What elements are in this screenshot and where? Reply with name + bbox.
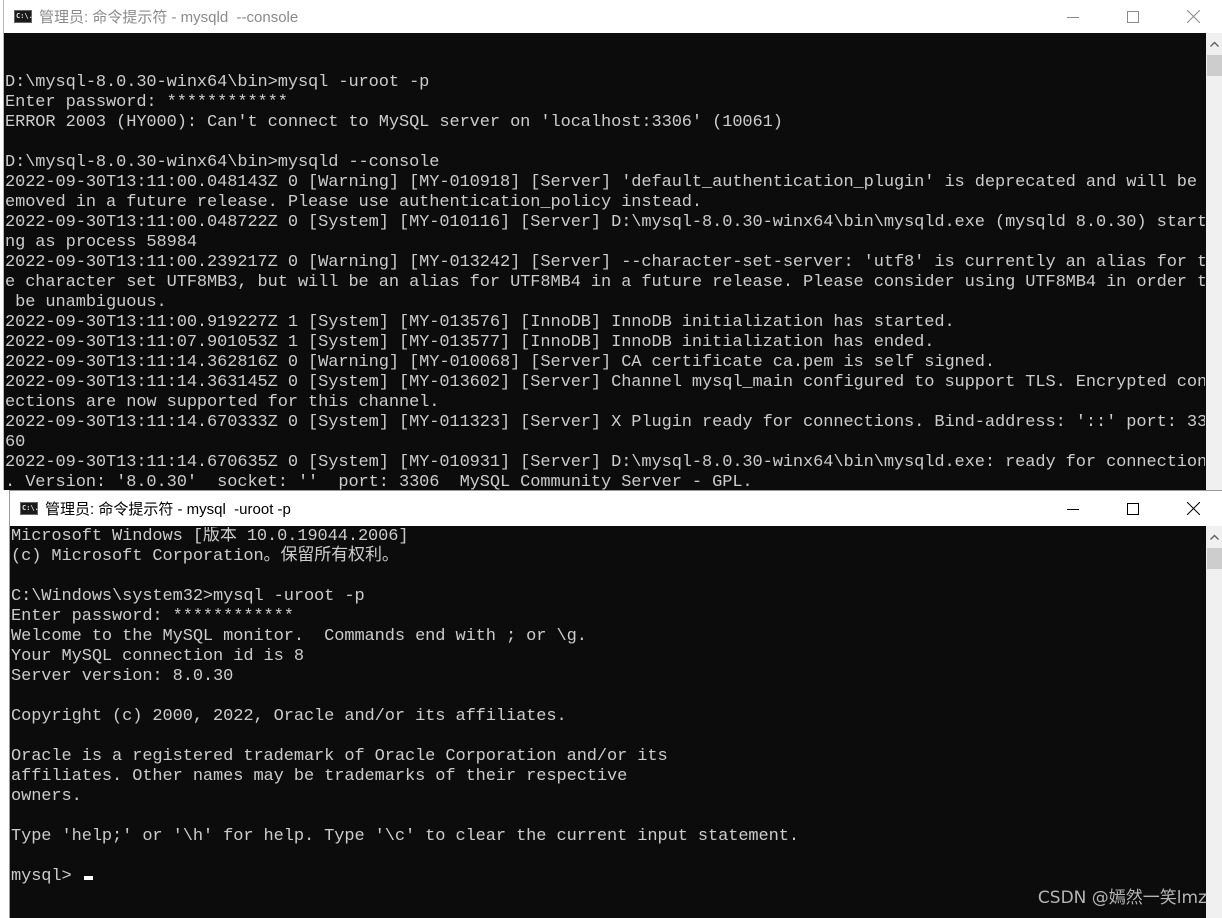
console-line: 2022-09-30T13:11:14.363145Z 0 [System] [… — [5, 373, 1205, 392]
minimize-button[interactable] — [1043, 491, 1103, 526]
window-title: 管理员: 命令提示符 - mysql -uroot -p — [45, 501, 291, 518]
console-line: Oracle is a registered trademark of Orac… — [11, 747, 668, 766]
maximize-icon — [1127, 502, 1139, 515]
console-line: owners. — [11, 787, 82, 806]
console-line: 2022-09-30T13:11:14.670333Z 0 [System] [… — [5, 413, 1205, 432]
console-line: Welcome to the MySQL monitor. Commands e… — [11, 627, 587, 646]
close-icon — [1186, 10, 1200, 23]
console-line: 2022-09-30T13:11:00.239217Z 0 [Warning] … — [5, 253, 1205, 272]
console-line: be unambiguous. — [5, 293, 167, 312]
console-output[interactable]: Microsoft Windows [版本 10.0.19044.2006] (c… — [11, 527, 1205, 918]
console-line: Type 'help;' or '\h' for help. Type '\c'… — [11, 827, 799, 846]
maximize-icon — [1127, 10, 1139, 23]
console-line: Enter password: ************ — [5, 93, 288, 112]
chevron-up-icon — [1210, 41, 1219, 47]
close-button[interactable] — [1163, 491, 1222, 526]
title-bar[interactable]: 管理员: 命令提示符 - mysql -uroot -p — [10, 491, 1222, 526]
console-line: Enter password: ************ — [11, 607, 294, 626]
console-line: Your MySQL connection id is 8 — [11, 647, 304, 666]
console-line: ERROR 2003 (HY000): Can't connect to MyS… — [5, 113, 783, 132]
console-line: D:\mysql-8.0.30-winx64\bin>mysqld --cons… — [5, 153, 440, 172]
console-line: 60 — [5, 433, 26, 452]
console-line: Server version: 8.0.30 — [11, 667, 234, 686]
close-icon — [1186, 502, 1200, 515]
console-line: 2022-09-30T13:11:00.048143Z 0 [Warning] … — [5, 173, 1205, 192]
command-prompt[interactable]: mysql> — [11, 867, 1205, 887]
console-line: 2022-09-30T13:11:00.919227Z 1 [System] [… — [5, 313, 955, 332]
console-line: Copyright (c) 2000, 2022, Oracle and/or … — [11, 707, 567, 726]
console-line: D:\mysql-8.0.30-winx64\bin>mysql -uroot … — [5, 73, 430, 92]
console-line: ections are now supported for this chann… — [5, 393, 440, 412]
close-button[interactable] — [1163, 0, 1222, 33]
console-window-mysql-client[interactable]: 管理员: 命令提示符 - mysql -uroot -p Microsoft W… — [9, 490, 1222, 918]
scrollbar-thumb[interactable] — [1207, 55, 1222, 76]
scroll-up-button[interactable] — [1206, 33, 1222, 55]
console-line: 2022-09-30T13:11:07.901053Z 1 [System] [… — [5, 333, 935, 352]
console-line: affiliates. Other names may be trademark… — [11, 767, 628, 786]
cmd-icon — [20, 502, 39, 515]
cmd-icon — [14, 10, 33, 23]
console-window-mysqld[interactable]: 管理员: 命令提示符 - mysqld --console D:\mysql-8… — [3, 0, 1222, 490]
maximize-button[interactable] — [1103, 0, 1163, 33]
scrollbar-thumb[interactable] — [1207, 548, 1222, 569]
vertical-scrollbar[interactable] — [1206, 526, 1222, 918]
watermark: CSDN @嫣然一笑lmz — [1037, 888, 1207, 908]
minimize-icon — [1067, 16, 1079, 18]
minimize-icon — [1067, 508, 1079, 510]
vertical-scrollbar[interactable] — [1206, 33, 1222, 490]
window-title: 管理员: 命令提示符 - mysqld --console — [39, 9, 299, 26]
console-line: 2022-09-30T13:11:14.362816Z 0 [Warning] … — [5, 353, 995, 372]
text-cursor — [83, 876, 93, 880]
caption-buttons — [1043, 0, 1222, 33]
scroll-up-button[interactable] — [1206, 526, 1222, 548]
console-line: C:\Windows\system32>mysql -uroot -p — [11, 587, 365, 606]
caption-buttons — [1043, 491, 1222, 526]
console-line: e character set UTF8MB3, but will be an … — [5, 273, 1205, 292]
minimize-button[interactable] — [1043, 0, 1103, 33]
console-output[interactable]: D:\mysql-8.0.30-winx64\bin>mysql -uroot … — [5, 53, 1205, 490]
console-line: . Version: '8.0.30' socket: '' port: 330… — [5, 473, 753, 490]
console-line: Microsoft Windows [版本 10.0.19044.2006] — [11, 527, 409, 546]
title-bar[interactable]: 管理员: 命令提示符 - mysqld --console — [4, 0, 1222, 33]
console-line: ng as process 58984 — [5, 233, 197, 252]
console-line: (c) Microsoft Corporation。保留所有权利。 — [11, 547, 399, 566]
chevron-up-icon — [1210, 534, 1219, 540]
console-line: 2022-09-30T13:11:00.048722Z 0 [System] [… — [5, 213, 1205, 232]
maximize-button[interactable] — [1103, 491, 1163, 526]
prompt-text: mysql> — [11, 867, 82, 886]
console-line: 2022-09-30T13:11:14.670635Z 0 [System] [… — [5, 453, 1205, 472]
console-line: emoved in a future release. Please use a… — [5, 193, 703, 212]
